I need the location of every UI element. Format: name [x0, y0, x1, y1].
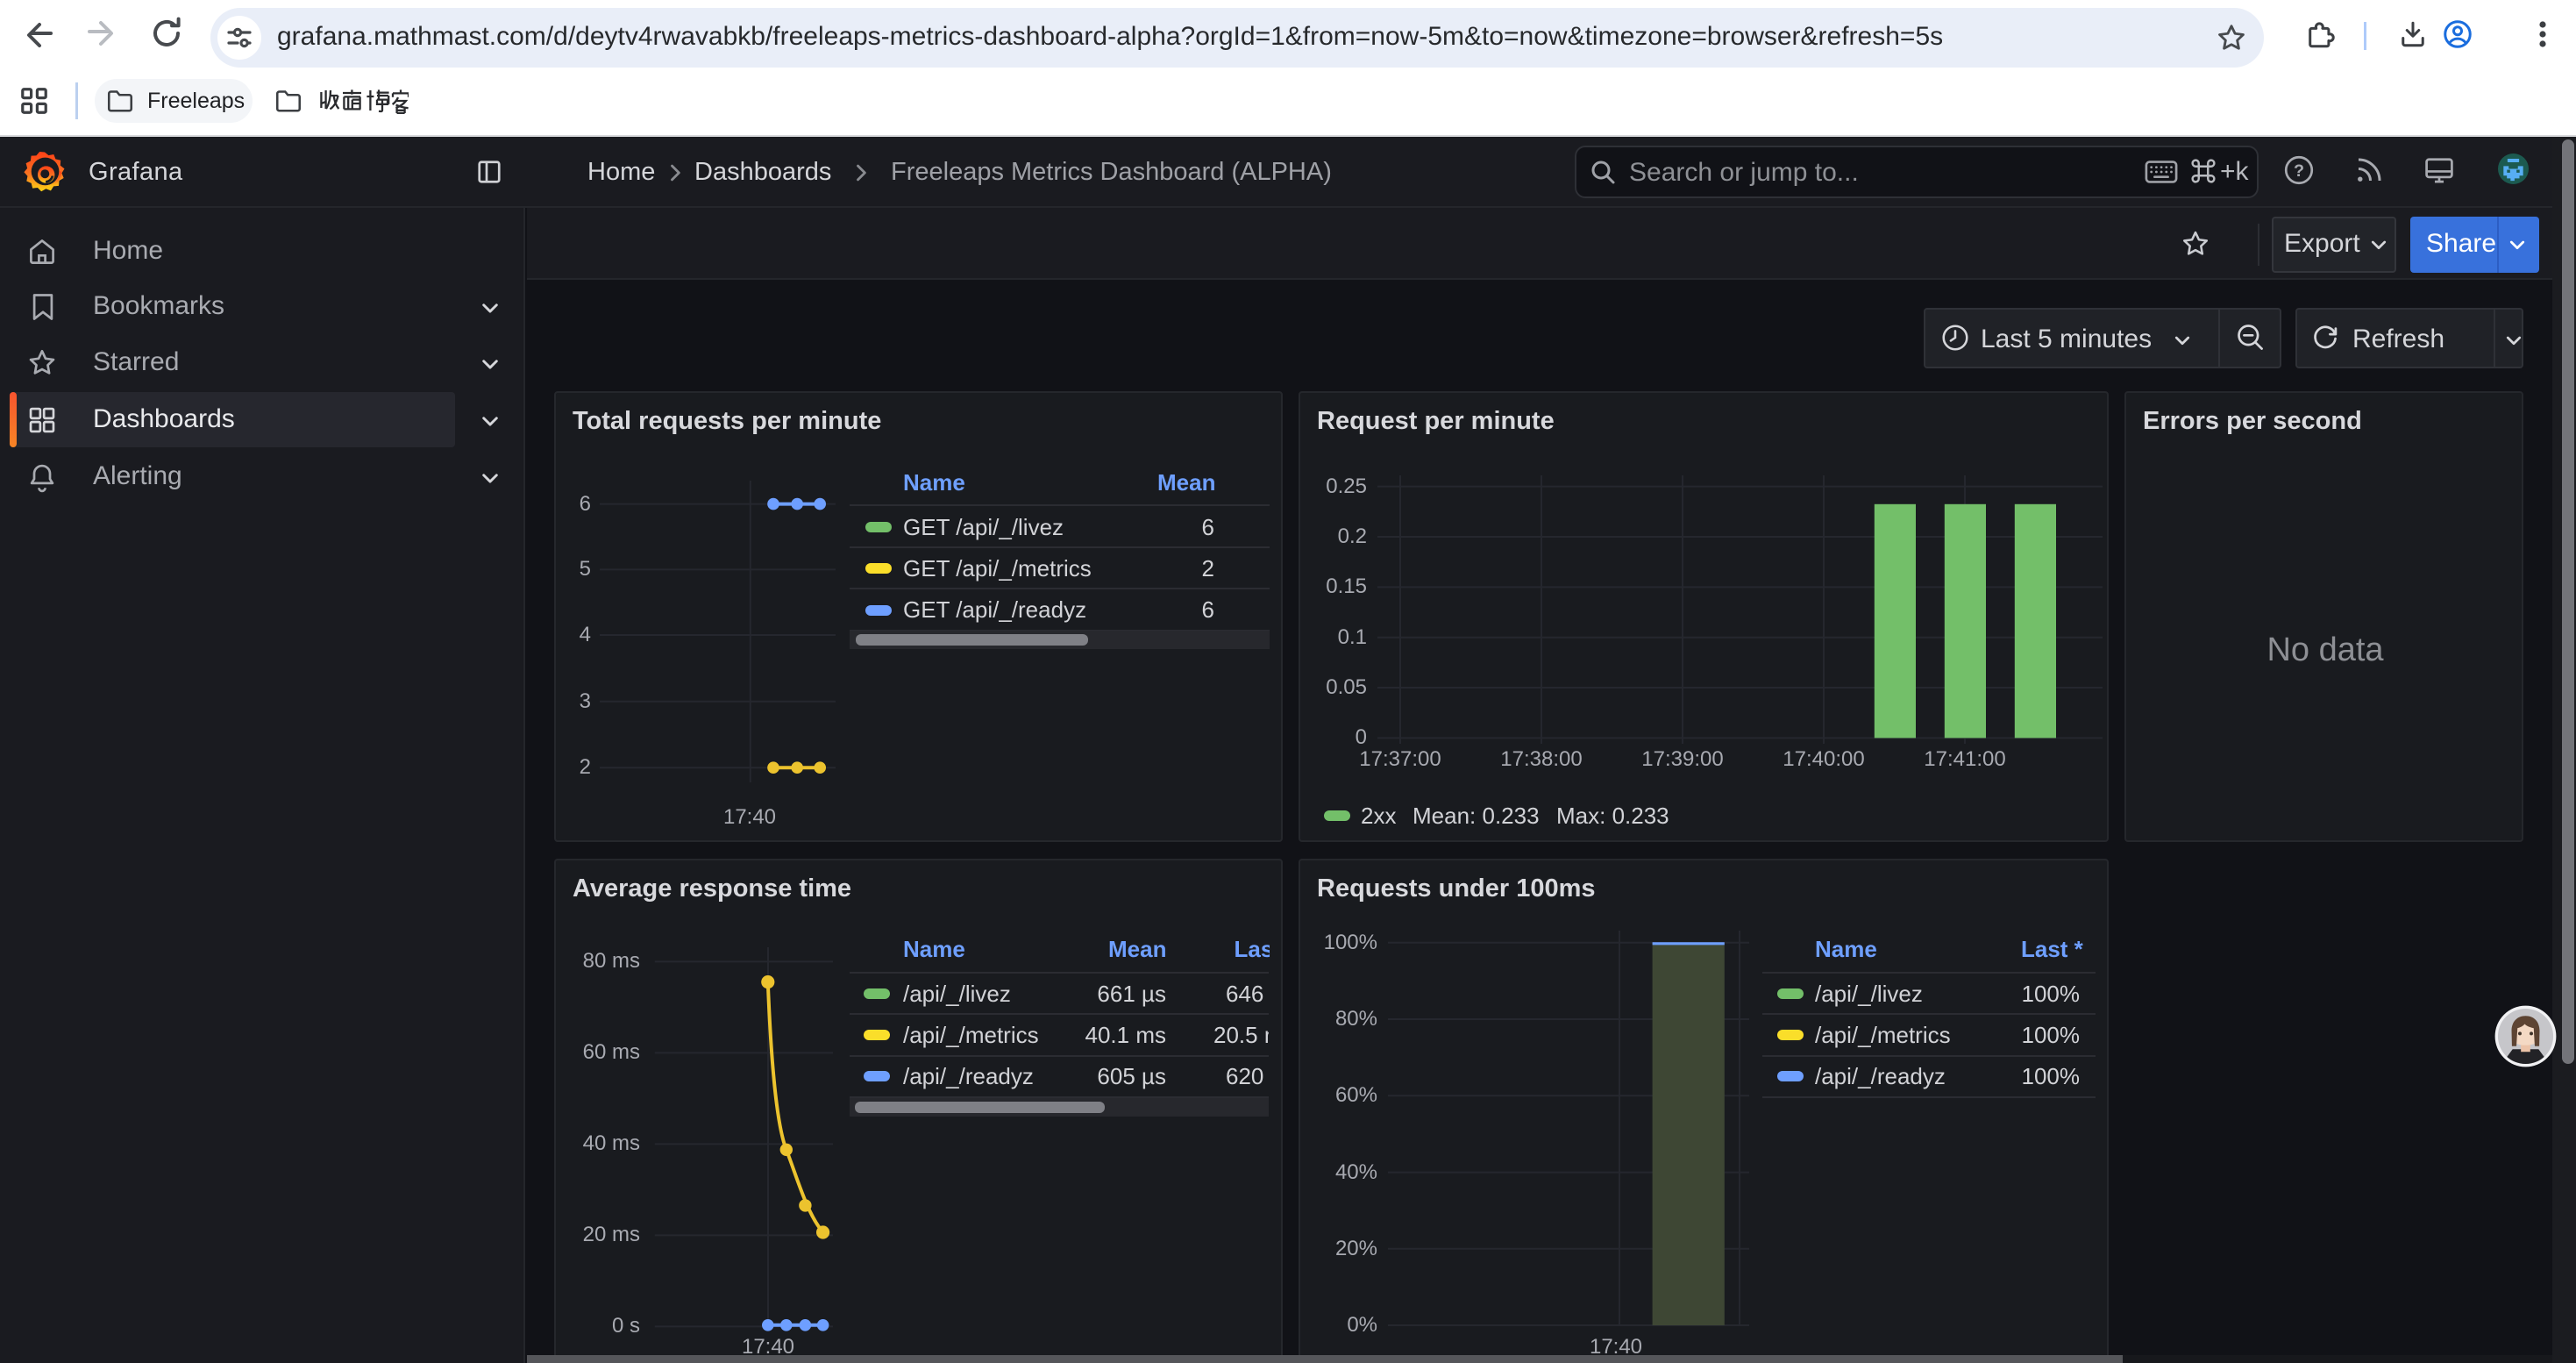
svg-text:?: ?	[2294, 161, 2304, 181]
